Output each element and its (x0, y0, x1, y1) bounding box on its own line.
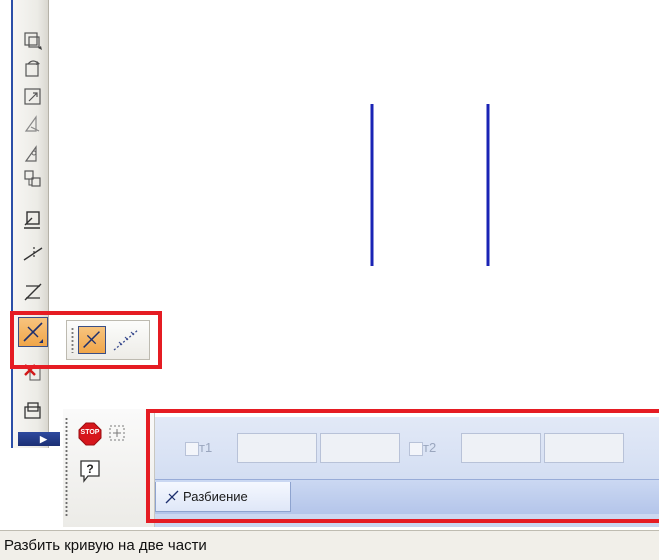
property-bar-grip[interactable] (65, 417, 68, 517)
clipping-icon[interactable] (22, 400, 44, 422)
stop-icon[interactable]: STOP (78, 422, 102, 446)
status-bar: Разбить кривую на две части (0, 530, 659, 560)
property-bar-controls: STOP ? (63, 409, 155, 527)
break-icon[interactable] (22, 280, 44, 302)
highlight-frame-toolbar (10, 311, 162, 369)
edit-point-icon[interactable] (22, 168, 44, 190)
fit-object-icon[interactable] (109, 425, 125, 441)
trim-icon[interactable] (22, 209, 44, 231)
mirror-icon[interactable] (22, 113, 44, 135)
scale-icon[interactable] (22, 86, 44, 108)
highlight-frame-property-bar (146, 409, 659, 523)
svg-text:?: ? (86, 462, 93, 476)
rotate-icon[interactable] (22, 58, 44, 80)
zoom-region-icon[interactable] (22, 30, 44, 52)
stop-icon-text: STOP (80, 429, 100, 436)
extend-icon[interactable] (22, 243, 44, 265)
status-text: Разбить кривую на две части (4, 537, 207, 554)
edit-toolbar (11, 0, 49, 448)
toolbar-collapse-tab[interactable]: ▶ (18, 432, 60, 446)
expand-arrow-icon: ▶ (40, 434, 47, 444)
help-icon[interactable]: ? (79, 459, 101, 483)
copy-icon[interactable] (22, 141, 44, 163)
